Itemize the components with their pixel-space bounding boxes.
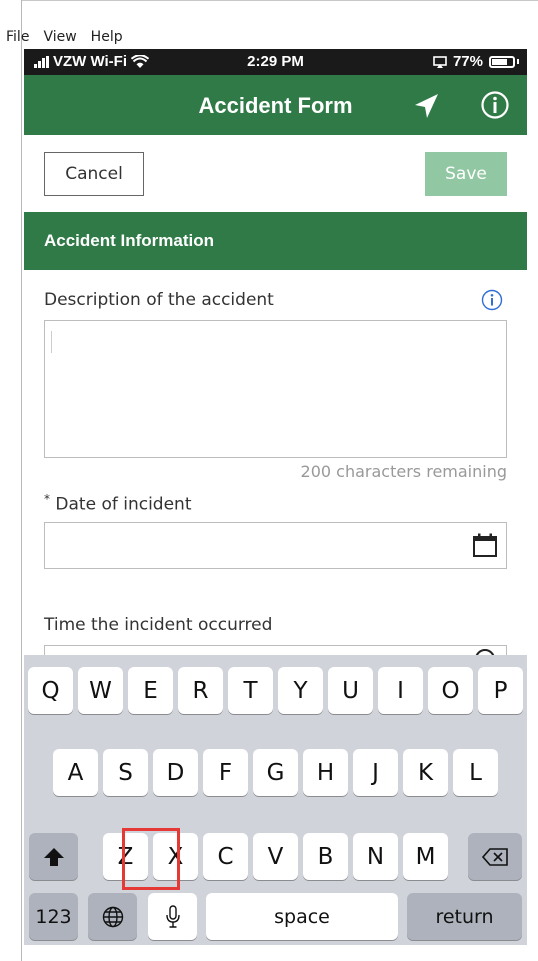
battery-tip bbox=[517, 59, 519, 64]
status-bar: VZW Wi-Fi 2:29 PM 77% bbox=[24, 49, 527, 75]
battery-percent: 77% bbox=[452, 53, 483, 70]
calendar-icon[interactable] bbox=[472, 532, 498, 558]
globe-icon bbox=[102, 906, 123, 927]
info-icon[interactable] bbox=[480, 90, 510, 120]
keyboard-edge bbox=[24, 827, 28, 874]
key-r[interactable]: R bbox=[178, 667, 223, 714]
save-button[interactable]: Save bbox=[425, 152, 507, 196]
on-screen-keyboard: QWERTYUIOP ASDFGHJKL ZXCVBNM 123 space r… bbox=[24, 655, 527, 945]
window-border-left bbox=[21, 0, 22, 961]
key-p[interactable]: P bbox=[478, 667, 523, 714]
key-w[interactable]: W bbox=[78, 667, 123, 714]
time-label: Time the incident occurred bbox=[44, 615, 273, 635]
key-e[interactable]: E bbox=[128, 667, 173, 714]
key-q[interactable]: Q bbox=[28, 667, 73, 714]
key-o[interactable]: O bbox=[428, 667, 473, 714]
key-g[interactable]: G bbox=[253, 749, 298, 796]
menu-help[interactable]: Help bbox=[91, 29, 123, 49]
date-label-text: Date of incident bbox=[55, 494, 192, 515]
key-s[interactable]: S bbox=[103, 749, 148, 796]
nav-bar: Accident Form bbox=[24, 75, 527, 135]
date-label: * Date of incident bbox=[44, 492, 192, 515]
key-i[interactable]: I bbox=[378, 667, 423, 714]
window-border-top bbox=[21, 0, 538, 1]
key-t[interactable]: T bbox=[228, 667, 273, 714]
key-c[interactable]: C bbox=[203, 833, 248, 880]
cancel-button[interactable]: Cancel bbox=[44, 152, 144, 196]
return-key[interactable]: return bbox=[407, 893, 522, 940]
location-arrow-icon[interactable] bbox=[411, 91, 441, 121]
characters-remaining: 200 characters remaining bbox=[300, 462, 507, 481]
section-title: Accident Information bbox=[44, 231, 215, 250]
app-window: File View Help VZW Wi-Fi 2:29 PM 77% Acc… bbox=[0, 0, 538, 961]
status-right: 77% bbox=[433, 53, 519, 70]
screen-mirroring-icon bbox=[433, 55, 447, 68]
description-label: Description of the accident bbox=[44, 290, 274, 310]
globe-key[interactable] bbox=[88, 893, 137, 940]
key-l[interactable]: L bbox=[453, 749, 498, 796]
shift-key[interactable] bbox=[29, 833, 78, 880]
menu-view[interactable]: View bbox=[43, 29, 76, 49]
phone-screen: VZW Wi-Fi 2:29 PM 77% Accident Form Canc… bbox=[24, 49, 527, 945]
key-n[interactable]: N bbox=[353, 833, 398, 880]
dictation-key[interactable] bbox=[148, 893, 197, 940]
key-b[interactable]: B bbox=[303, 833, 348, 880]
key-v[interactable]: V bbox=[253, 833, 298, 880]
backspace-icon bbox=[481, 847, 508, 866]
page-title: Accident Form bbox=[198, 93, 353, 118]
battery-icon bbox=[489, 55, 515, 68]
text-caret bbox=[51, 331, 52, 353]
delete-key[interactable] bbox=[468, 833, 522, 880]
description-textarea[interactable] bbox=[44, 320, 507, 458]
key-y[interactable]: Y bbox=[278, 667, 323, 714]
key-u[interactable]: U bbox=[328, 667, 373, 714]
space-key[interactable]: space bbox=[206, 893, 398, 940]
menu-bar: File View Help bbox=[0, 29, 123, 49]
description-info-icon[interactable] bbox=[481, 289, 503, 311]
key-j[interactable]: J bbox=[353, 749, 398, 796]
numbers-key[interactable]: 123 bbox=[29, 893, 78, 940]
battery-fill bbox=[492, 58, 507, 65]
section-header: Accident Information bbox=[24, 212, 527, 270]
key-d[interactable]: D bbox=[153, 749, 198, 796]
key-h[interactable]: H bbox=[303, 749, 348, 796]
menu-file[interactable]: File bbox=[6, 29, 29, 49]
key-m[interactable]: M bbox=[403, 833, 448, 880]
key-f[interactable]: F bbox=[203, 749, 248, 796]
date-field[interactable] bbox=[44, 522, 507, 569]
dictation-highlight-box bbox=[122, 828, 180, 890]
microphone-icon bbox=[165, 904, 180, 928]
required-marker: * bbox=[44, 492, 50, 506]
shift-arrow-icon bbox=[43, 847, 64, 866]
key-k[interactable]: K bbox=[403, 749, 448, 796]
key-a[interactable]: A bbox=[53, 749, 98, 796]
